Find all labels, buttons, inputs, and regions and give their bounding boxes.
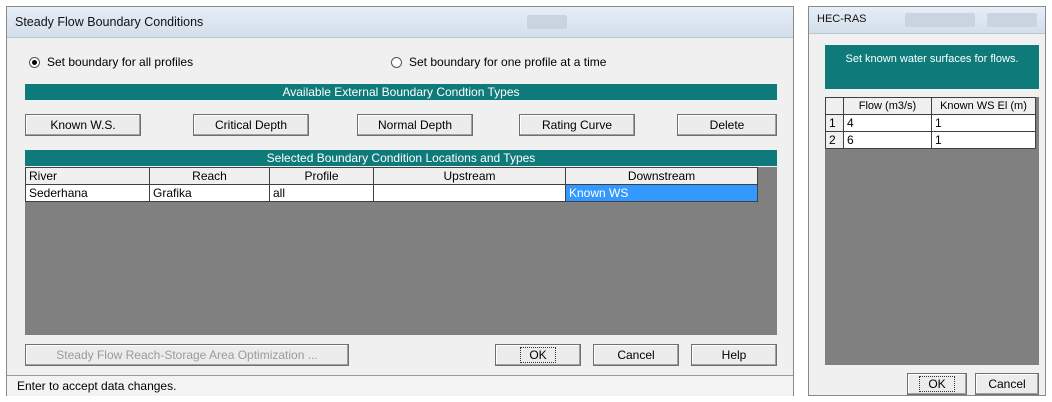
title-bar-background-artifact xyxy=(527,15,567,29)
ok-label: OK xyxy=(520,347,556,363)
column-header-downstream: Downstream xyxy=(565,167,758,185)
row-number-header xyxy=(825,97,844,115)
cell-upstream[interactable] xyxy=(373,184,566,202)
column-header-profile: Profile xyxy=(269,167,374,185)
cell-river[interactable]: Sederhana xyxy=(25,184,150,202)
row-number: 1 xyxy=(825,114,844,132)
column-header-river: River xyxy=(25,167,150,185)
side-title-bar: HEC-RAS xyxy=(809,7,1045,34)
table-header-row: River Reach Profile Upstream Downstream xyxy=(25,167,758,185)
cell-flow[interactable]: 6 xyxy=(843,131,932,149)
ok-button[interactable]: OK xyxy=(495,344,581,366)
status-bar: Enter to accept data changes. xyxy=(7,375,793,396)
radio-all-profiles[interactable]: Set boundary for all profiles xyxy=(29,55,193,69)
radio-one-profile-label: Set boundary for one profile at a time xyxy=(409,55,607,69)
table-row[interactable]: 1 4 1 xyxy=(825,114,1036,132)
radio-one-profile[interactable]: Set boundary for one profile at a time xyxy=(391,55,606,69)
normal-depth-button[interactable]: Normal Depth xyxy=(357,114,473,136)
cell-downstream[interactable]: Known WS xyxy=(565,184,758,202)
cancel-button[interactable]: Cancel xyxy=(593,344,679,366)
column-header-upstream: Upstream xyxy=(373,167,566,185)
cell-reach[interactable]: Grafika xyxy=(149,184,270,202)
radio-all-profiles-label: Set boundary for all profiles xyxy=(47,55,194,69)
side-cancel-button[interactable]: Cancel xyxy=(975,373,1039,395)
selected-locations-header: Selected Boundary Condition Locations an… xyxy=(25,150,777,166)
side-header-text: Set known water surfaces for flows. xyxy=(845,53,1019,65)
side-header-band: Set known water surfaces for flows. xyxy=(825,45,1039,89)
column-header-flow: Flow (m3/s) xyxy=(843,97,932,115)
cell-profile[interactable]: all xyxy=(269,184,374,202)
hec-ras-known-ws-window: HEC-RAS Set known water surfaces for flo… xyxy=(808,6,1046,396)
cell-flow[interactable]: 4 xyxy=(843,114,932,132)
title-bar-background-artifact xyxy=(905,13,975,27)
help-button[interactable]: Help xyxy=(691,344,777,366)
known-ws-button[interactable]: Known W.S. xyxy=(25,114,141,136)
side-window-title: HEC-RAS xyxy=(817,13,867,25)
window-title: Steady Flow Boundary Conditions xyxy=(15,15,204,29)
available-types-header: Available External Boundary Condtion Typ… xyxy=(25,84,777,100)
column-header-known-ws: Known WS El (m) xyxy=(931,97,1036,115)
radio-selected-icon xyxy=(29,56,40,68)
status-text: Enter to accept data changes. xyxy=(17,379,177,393)
cell-known-ws[interactable]: 1 xyxy=(931,114,1036,132)
column-header-reach: Reach xyxy=(149,167,270,185)
reach-storage-optimization-button[interactable]: Steady Flow Reach-Storage Area Optimizat… xyxy=(25,344,349,366)
table-row[interactable]: Sederhana Grafika all Known WS xyxy=(25,184,758,202)
title-bar: Steady Flow Boundary Conditions xyxy=(7,7,793,38)
radio-unselected-icon xyxy=(391,56,402,68)
rating-curve-button[interactable]: Rating Curve xyxy=(519,114,635,136)
delete-button[interactable]: Delete xyxy=(677,114,777,136)
row-number: 2 xyxy=(825,131,844,149)
known-ws-table[interactable]: Flow (m3/s) Known WS El (m) 1 4 1 2 6 1 xyxy=(825,97,1039,365)
side-table-header-row: Flow (m3/s) Known WS El (m) xyxy=(825,97,1036,115)
side-ok-label: OK xyxy=(919,376,955,392)
table-row[interactable]: 2 6 1 xyxy=(825,131,1036,149)
steady-flow-boundary-window: Steady Flow Boundary Conditions Set boun… xyxy=(6,6,794,396)
side-ok-button[interactable]: OK xyxy=(907,373,967,395)
cell-known-ws[interactable]: 1 xyxy=(931,131,1036,149)
critical-depth-button[interactable]: Critical Depth xyxy=(193,114,309,136)
title-bar-background-artifact xyxy=(987,13,1037,27)
boundary-conditions-table[interactable]: River Reach Profile Upstream Downstream … xyxy=(25,167,777,335)
